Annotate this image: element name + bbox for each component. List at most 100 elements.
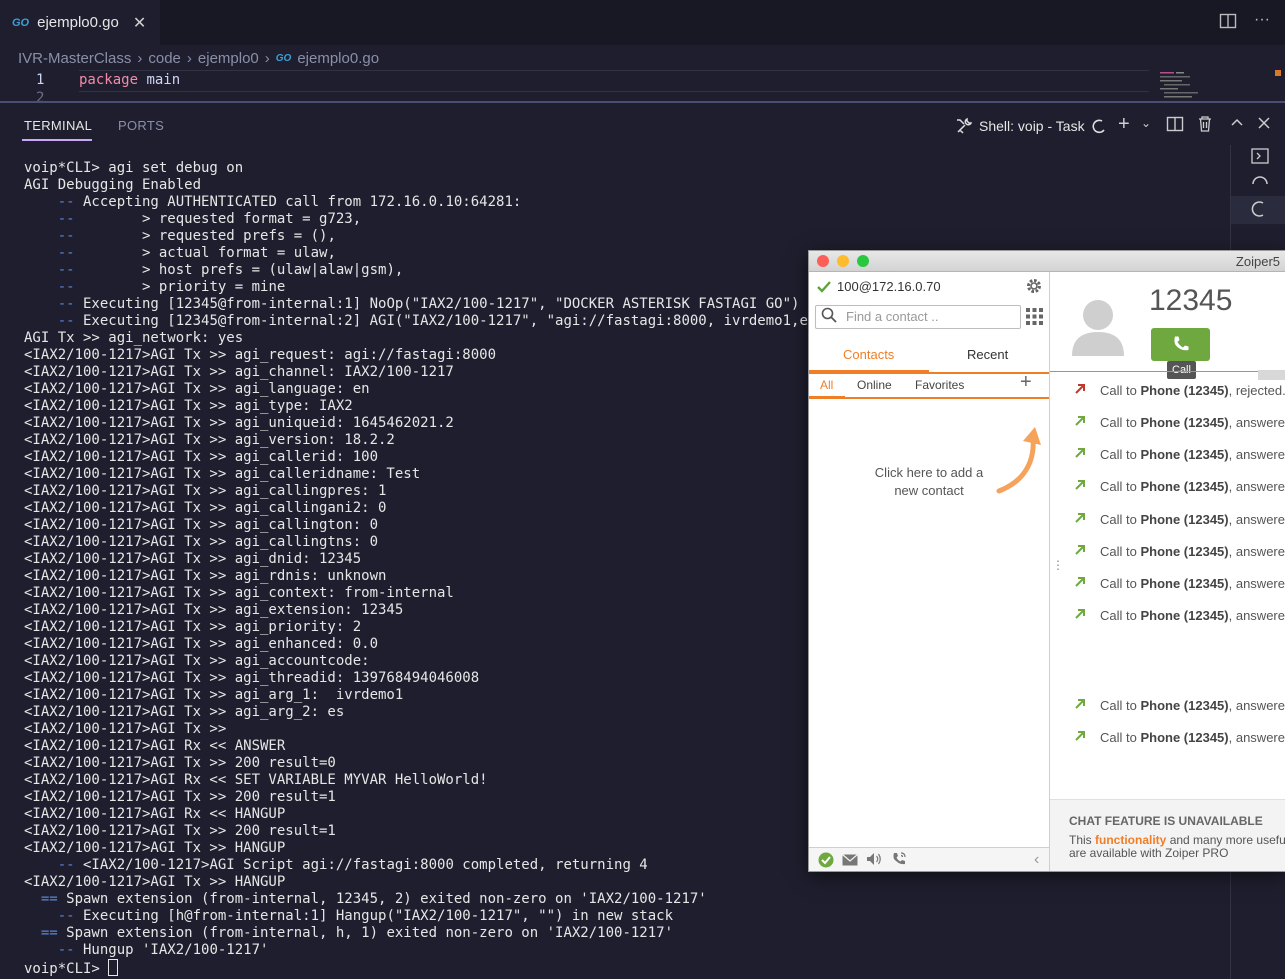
account-status[interactable]: 100@172.16.0.70 [817, 279, 941, 294]
call-history-item[interactable]: Call to Phone (12345), answere [1074, 697, 1285, 713]
contact-search-input[interactable]: Find a contact .. [815, 305, 1021, 329]
call-history-item[interactable]: Call to Phone (12345), answere [1074, 478, 1285, 494]
tab-ports[interactable]: PORTS [118, 118, 164, 133]
collapse-icon[interactable]: ‹ [1034, 851, 1039, 869]
divider [1050, 371, 1285, 372]
call-history-text: Call to [1100, 479, 1141, 494]
log-text: > priority = mine [74, 279, 286, 295]
zoom-window-button[interactable] [857, 255, 869, 267]
go-file-icon: GO [275, 52, 292, 64]
log-text: Hungup 'IAX2/100-1217' [74, 942, 269, 958]
close-panel-icon[interactable] [1256, 115, 1272, 136]
log-text: <IAX2/100-1217>AGI Tx >> agi_callerid: 1… [24, 449, 379, 465]
code-line[interactable]: package main [79, 72, 180, 88]
split-editor-icon[interactable] [1219, 12, 1237, 35]
dialpad-icon[interactable] [1026, 308, 1043, 330]
phone-ringing-icon[interactable] [891, 851, 907, 871]
breadcrumb-item[interactable]: code [148, 50, 181, 67]
terminal-line: <IAX2/100-1217>AGI Tx >> agi_dnid: 12345 [24, 551, 850, 568]
maximize-panel-icon[interactable] [1229, 115, 1245, 136]
gear-icon[interactable] [1025, 277, 1043, 300]
split-terminal-icon[interactable] [1166, 115, 1184, 138]
mail-icon[interactable] [842, 853, 858, 871]
log-text: <IAX2/100-1217>AGI Tx >> 200 result=0 [24, 755, 336, 771]
tab-recent[interactable]: Recent [967, 347, 1008, 362]
editor-tab-ejemplo0[interactable]: GO ejemplo0.go ✕ [0, 0, 160, 45]
phone-icon [1173, 336, 1188, 351]
active-filter-indicator [809, 396, 845, 398]
call-history-item[interactable]: Call to Phone (12345), answere [1074, 414, 1285, 430]
terminal-line: AGI Debugging Enabled [24, 177, 850, 194]
call-history-status: , answere [1228, 544, 1285, 559]
trash-icon[interactable] [1197, 115, 1213, 138]
text-cursor [108, 959, 119, 976]
call-history-contact: Phone (12345) [1140, 479, 1229, 494]
active-tab-indicator [22, 139, 92, 141]
log-text: > requested prefs = (), [74, 228, 336, 244]
breadcrumb-item[interactable]: ejemplo0.go [297, 50, 379, 67]
new-terminal-icon[interactable]: + [1118, 113, 1130, 136]
call-history-item[interactable]: Call to Phone (12345), rejected. [1074, 382, 1285, 398]
filter-online[interactable]: Online [857, 378, 892, 392]
terminal-prompt-line[interactable]: voip*CLI> [24, 959, 850, 977]
chevron-right-icon: › [137, 49, 143, 67]
call-history-status: , answere [1228, 447, 1285, 462]
call-history-item[interactable]: Call to Phone (12345), answere [1074, 607, 1285, 623]
terminal-line: <IAX2/100-1217>AGI Tx >> agi_callington:… [24, 517, 850, 534]
task-spinner-icon[interactable] [1251, 173, 1269, 191]
zoiper-title-bar[interactable]: Zoiper5 [809, 251, 1285, 272]
minimap-marker [1275, 70, 1281, 76]
minimize-window-button[interactable] [837, 255, 849, 267]
terminal-line: <IAX2/100-1217>AGI Tx >> agi_callingtns:… [24, 534, 850, 551]
call-history-item[interactable]: Call to Phone (12345), answere [1074, 575, 1285, 591]
tab-contacts[interactable]: Contacts [843, 347, 894, 362]
functionality-link[interactable]: functionality [1095, 833, 1166, 847]
terminal-output[interactable]: voip*CLI> agi set debug on AGI Debugging … [24, 160, 851, 977]
log-text: <IAX2/100-1217>AGI Tx >> agi_request: ag… [24, 347, 497, 363]
terminal-line: <IAX2/100-1217>AGI Tx >> agi_calleridnam… [24, 466, 850, 483]
log-text: <IAX2/100-1217>AGI Tx >> agi_dnid: 12345 [24, 551, 362, 567]
filter-all[interactable]: All [820, 378, 833, 392]
breadcrumb-item[interactable]: ejemplo0 [198, 50, 259, 67]
call-history-item[interactable]: Call to Phone (12345), answere [1074, 729, 1285, 745]
contact-filters: All Online Favorites + [809, 371, 1049, 399]
log-text: Executing [h@from-internal:1] Hangup("IA… [74, 908, 674, 924]
panel-header: TERMINAL PORTS Shell: voip - Task + ⌄ [0, 103, 1285, 145]
terminal-selector[interactable]: Shell: voip - Task [955, 117, 1107, 135]
speaker-icon[interactable] [866, 852, 882, 871]
call-button[interactable] [1151, 328, 1210, 361]
terminal-icon[interactable] [1251, 148, 1269, 169]
editor-tab-bar: GO ejemplo0.go ✕ ··· [0, 0, 1285, 45]
log-text: <IAX2/100-1217>AGI Tx >> 200 result=1 [24, 823, 336, 839]
close-icon[interactable]: ✕ [133, 13, 146, 33]
tab-terminal[interactable]: TERMINAL [24, 118, 92, 133]
log-text: <IAX2/100-1217>AGI Tx >> agi_channel: IA… [24, 364, 454, 380]
breadcrumb-item[interactable]: IVR-MasterClass [18, 50, 131, 67]
account-name: 100@172.16.0.70 [837, 279, 941, 294]
terminal-line: <IAX2/100-1217>AGI Tx >> agi_uniqueid: 1… [24, 415, 850, 432]
code-editor[interactable]: 1 2 package main [0, 70, 1285, 102]
minimap[interactable] [1152, 70, 1280, 102]
log-text: <IAX2/100-1217>AGI Tx >> agi_rdnis: unkn… [24, 568, 387, 584]
chat-unavailable-panel: CHAT FEATURE IS UNAVAILABLE This functio… [1050, 799, 1285, 871]
log-prefix: == [24, 925, 58, 941]
tools-icon [957, 117, 973, 134]
log-text: Executing [12345@from-internal:2] AGI("I… [74, 313, 851, 329]
close-window-button[interactable] [817, 255, 829, 267]
chevron-down-icon[interactable]: ⌄ [1141, 116, 1151, 130]
call-history-item[interactable]: Call to Phone (12345), answere [1074, 446, 1285, 462]
online-status-icon[interactable] [818, 852, 834, 871]
call-outgoing-icon [1074, 543, 1100, 559]
more-actions-icon[interactable]: ··· [1254, 11, 1270, 29]
call-history-item[interactable]: Call to Phone (12345), answere [1074, 543, 1285, 559]
add-contact-icon[interactable]: + [1020, 371, 1032, 394]
call-history-item[interactable]: Call to Phone (12345), answere [1074, 511, 1285, 527]
task-spinner-icon[interactable] [1251, 200, 1267, 223]
add-contact-hint[interactable]: Click here to add a new contact [873, 464, 985, 500]
log-text: <IAX2/100-1217>AGI Tx >> agi_arg_2: es [24, 704, 345, 720]
log-prefix: -- [24, 296, 75, 312]
scrollbar-thumb[interactable] [1258, 370, 1285, 380]
terminal-line: <IAX2/100-1217>AGI Tx >> agi_threadid: 1… [24, 670, 850, 687]
contacts-tabs: Contacts Recent [809, 340, 1049, 374]
filter-favorites[interactable]: Favorites [915, 378, 964, 392]
